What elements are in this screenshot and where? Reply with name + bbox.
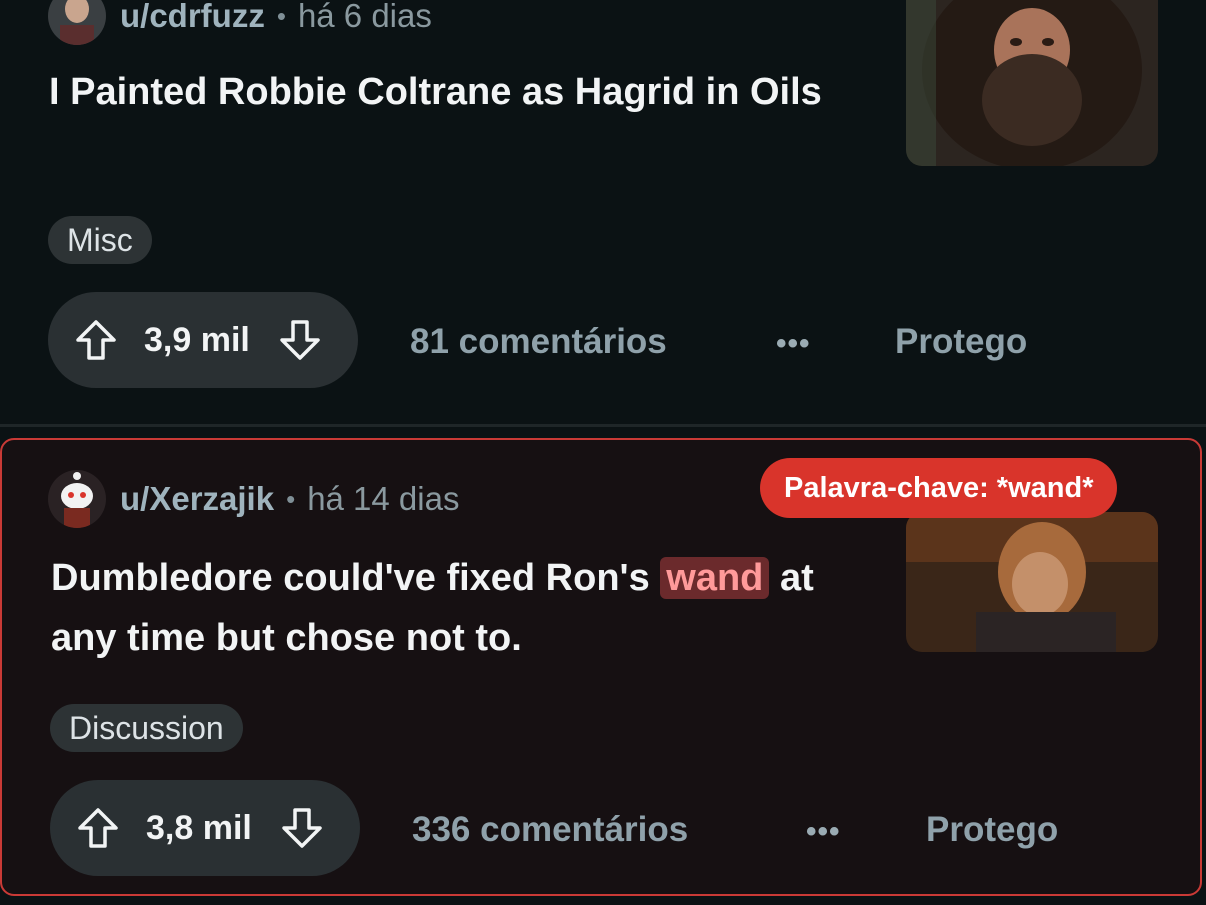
post-thumbnail[interactable]	[906, 0, 1158, 166]
meta-separator: •	[286, 483, 296, 514]
user-avatar[interactable]	[48, 470, 106, 528]
keyword-highlight: wand	[660, 557, 770, 599]
comments-button[interactable]: 336 comentários	[412, 810, 688, 850]
downvote-arrow-icon[interactable]	[278, 318, 322, 362]
post-time: há 14 dias	[307, 480, 460, 517]
more-options-button[interactable]: •••	[776, 327, 811, 361]
post-flair[interactable]: Discussion	[50, 704, 243, 752]
post-meta: u/cdrfuzz • há 6 dias	[48, 0, 432, 45]
award-button[interactable]: Protego	[926, 810, 1058, 850]
downvote-arrow-icon[interactable]	[280, 806, 324, 850]
vote-bar: 3,9 mil	[48, 292, 358, 388]
upvote-arrow-icon[interactable]	[76, 806, 120, 850]
vote-bar: 3,8 mil	[50, 780, 360, 876]
more-options-button[interactable]: •••	[806, 815, 841, 849]
vote-score: 3,8 mil	[146, 808, 252, 847]
user-avatar[interactable]	[48, 0, 106, 45]
keyword-badge: Palavra-chave: *wand*	[760, 458, 1118, 518]
post-title[interactable]: Dumbledore could've fixed Ron's wand at …	[51, 548, 851, 668]
post-thumbnail[interactable]	[906, 512, 1158, 652]
post-divider	[0, 424, 1206, 427]
post-username[interactable]: u/Xerzajik	[120, 480, 274, 518]
post-username[interactable]: u/cdrfuzz	[120, 0, 265, 35]
post-meta: u/Xerzajik • há 14 dias	[48, 470, 459, 528]
post-title[interactable]: I Painted Robbie Coltrane as Hagrid in O…	[49, 62, 849, 122]
title-text: Dumbledore could've fixed Ron's	[51, 557, 661, 599]
post-card[interactable]: u/cdrfuzz • há 6 dias I Painted Robbie C…	[0, 0, 1206, 424]
post-flair[interactable]: Misc	[48, 216, 152, 264]
comments-button[interactable]: 81 comentários	[410, 322, 667, 362]
upvote-arrow-icon[interactable]	[74, 318, 118, 362]
vote-score: 3,9 mil	[144, 320, 250, 359]
award-button[interactable]: Protego	[895, 322, 1027, 362]
meta-separator: •	[276, 0, 286, 31]
post-time: há 6 dias	[297, 0, 432, 34]
